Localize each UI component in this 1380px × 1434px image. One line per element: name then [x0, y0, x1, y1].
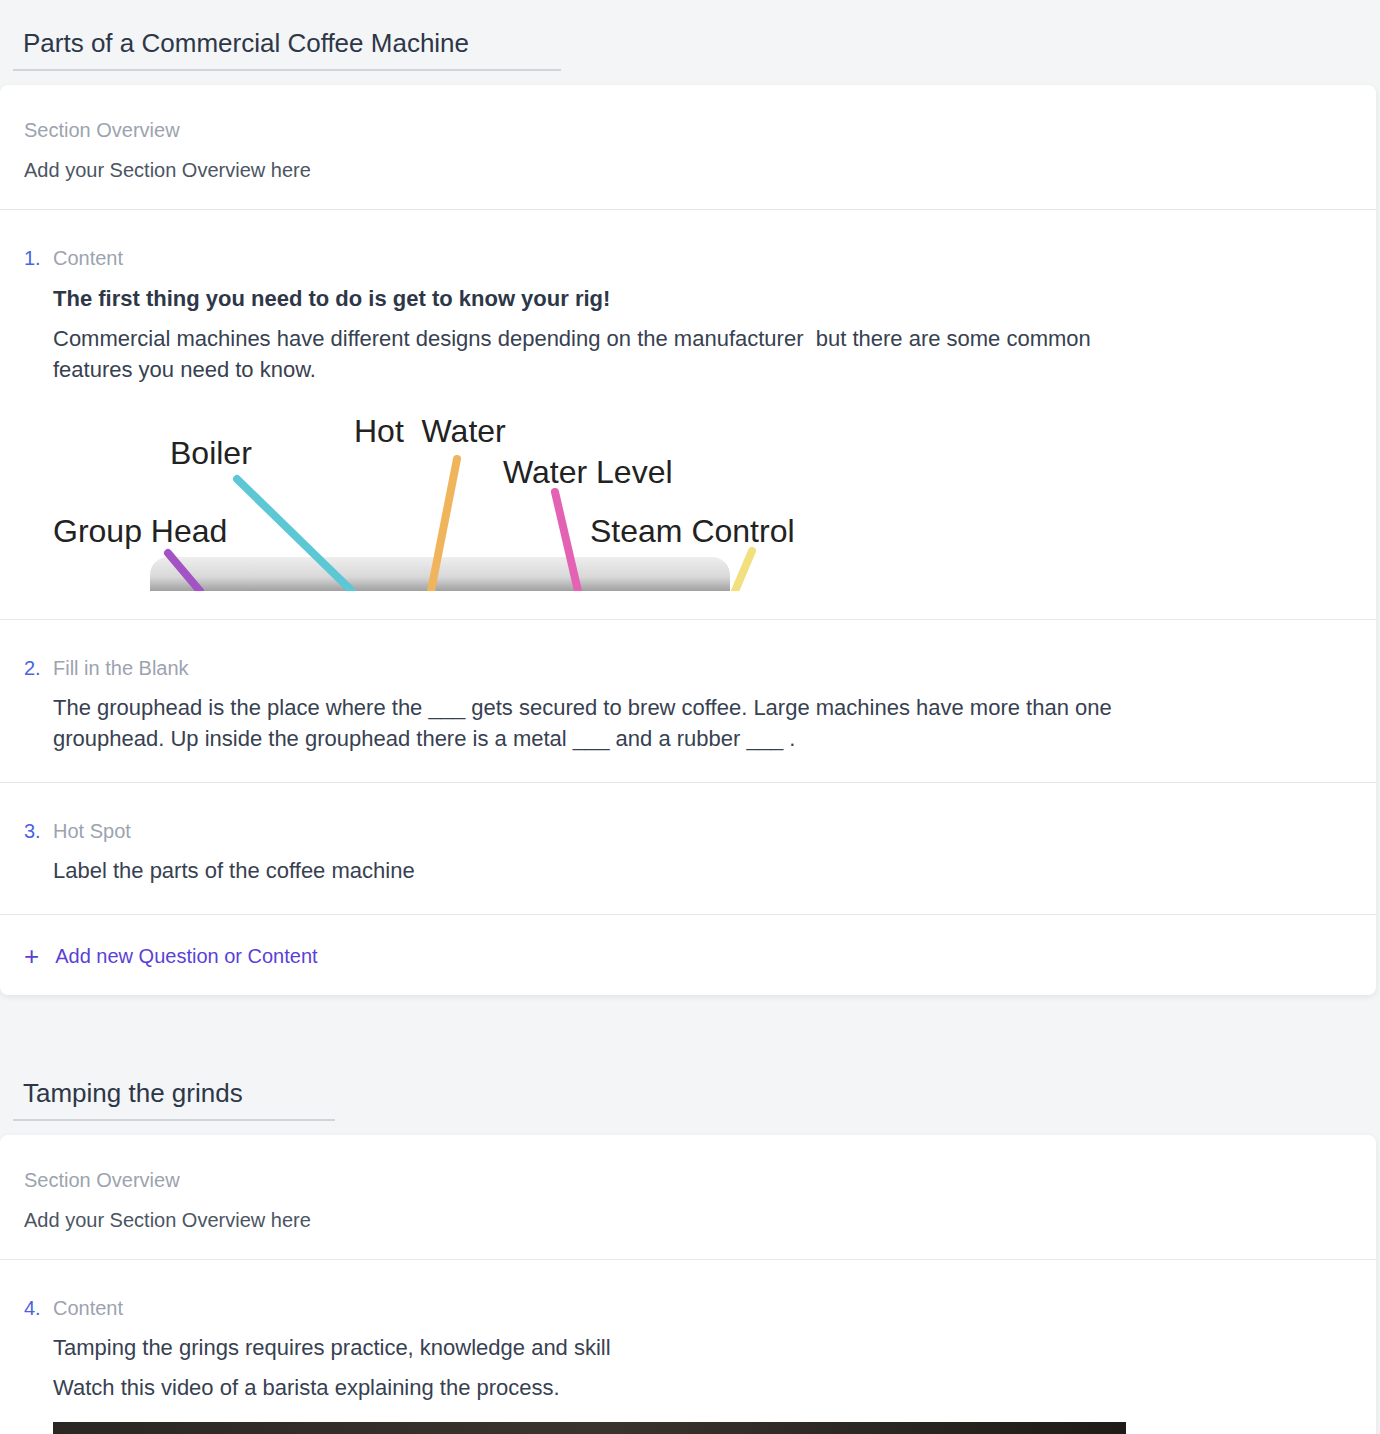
diagram-label: Hot Water: [354, 413, 506, 449]
item-type: Content: [53, 243, 1133, 273]
item-number: 3.: [24, 816, 53, 886]
item-text: Commercial machines have different desig…: [53, 323, 1133, 385]
question-item[interactable]: 1.Content The first thing you need to do …: [0, 210, 1376, 620]
diagram-label: Boiler: [170, 435, 252, 471]
plus-icon: +: [24, 941, 39, 971]
item-text: The grouphead is the place where the ___…: [53, 692, 1133, 754]
page: Parts of a Commercial Coffee Machine Sect…: [0, 0, 1380, 1434]
diagram-label: Water Level: [503, 454, 673, 490]
item-type: Fill in the Blank: [53, 653, 1133, 683]
item-type: Content: [53, 1293, 1126, 1323]
item-type: Hot Spot: [53, 816, 415, 846]
item-number: 1.: [24, 243, 53, 591]
section: Tamping the grinds Section Overview Add yo…: [0, 995, 1380, 1434]
question-item[interactable]: 2.Fill in the Blank The grouphead is the …: [0, 620, 1376, 783]
overview-text: Add your Section Overview here: [24, 155, 1352, 185]
item-number: 2.: [24, 653, 53, 754]
item-number: 4.: [24, 1293, 53, 1434]
overview-label: Section Overview: [24, 115, 1352, 145]
question-item[interactable]: 3.Hot Spot Label the parts of the coffee …: [0, 783, 1376, 915]
overview-text: Add your Section Overview here: [24, 1205, 1352, 1235]
add-question-button[interactable]: + Add new Question or Content: [0, 915, 1376, 995]
section: Parts of a Commercial Coffee Machine Sect…: [0, 0, 1380, 995]
diagram-label: Steam Control: [590, 513, 795, 549]
coffee-machine-diagram: Boiler Hot Water Water Level Steam Control G…: [53, 409, 843, 591]
overview-label: Section Overview: [24, 1165, 1352, 1195]
section-overview[interactable]: Section Overview Add your Section Overvie…: [0, 1135, 1376, 1260]
item-heading: The first thing you need to do is get to…: [53, 283, 1133, 314]
section-card: Section Overview Add your Section Overvie…: [0, 85, 1376, 995]
item-text: Watch this video of a barista explaining…: [53, 1372, 1126, 1403]
item-text: Tamping the grings requires practice, kn…: [53, 1332, 1126, 1363]
section-card: Section Overview Add your Section Overvie…: [0, 1135, 1376, 1434]
item-text: Label the parts of the coffee machine: [53, 855, 415, 886]
add-label: Add new Question or Content: [55, 941, 317, 971]
section-overview[interactable]: Section Overview Add your Section Overvie…: [0, 85, 1376, 210]
question-item[interactable]: 4.Content Tamping the grings requires pra…: [0, 1260, 1376, 1434]
section-title[interactable]: Tamping the grinds: [13, 1075, 335, 1121]
video-player[interactable]: [53, 1422, 1126, 1434]
diagram-label: Group Head: [53, 513, 227, 549]
section-title[interactable]: Parts of a Commercial Coffee Machine: [13, 25, 561, 71]
